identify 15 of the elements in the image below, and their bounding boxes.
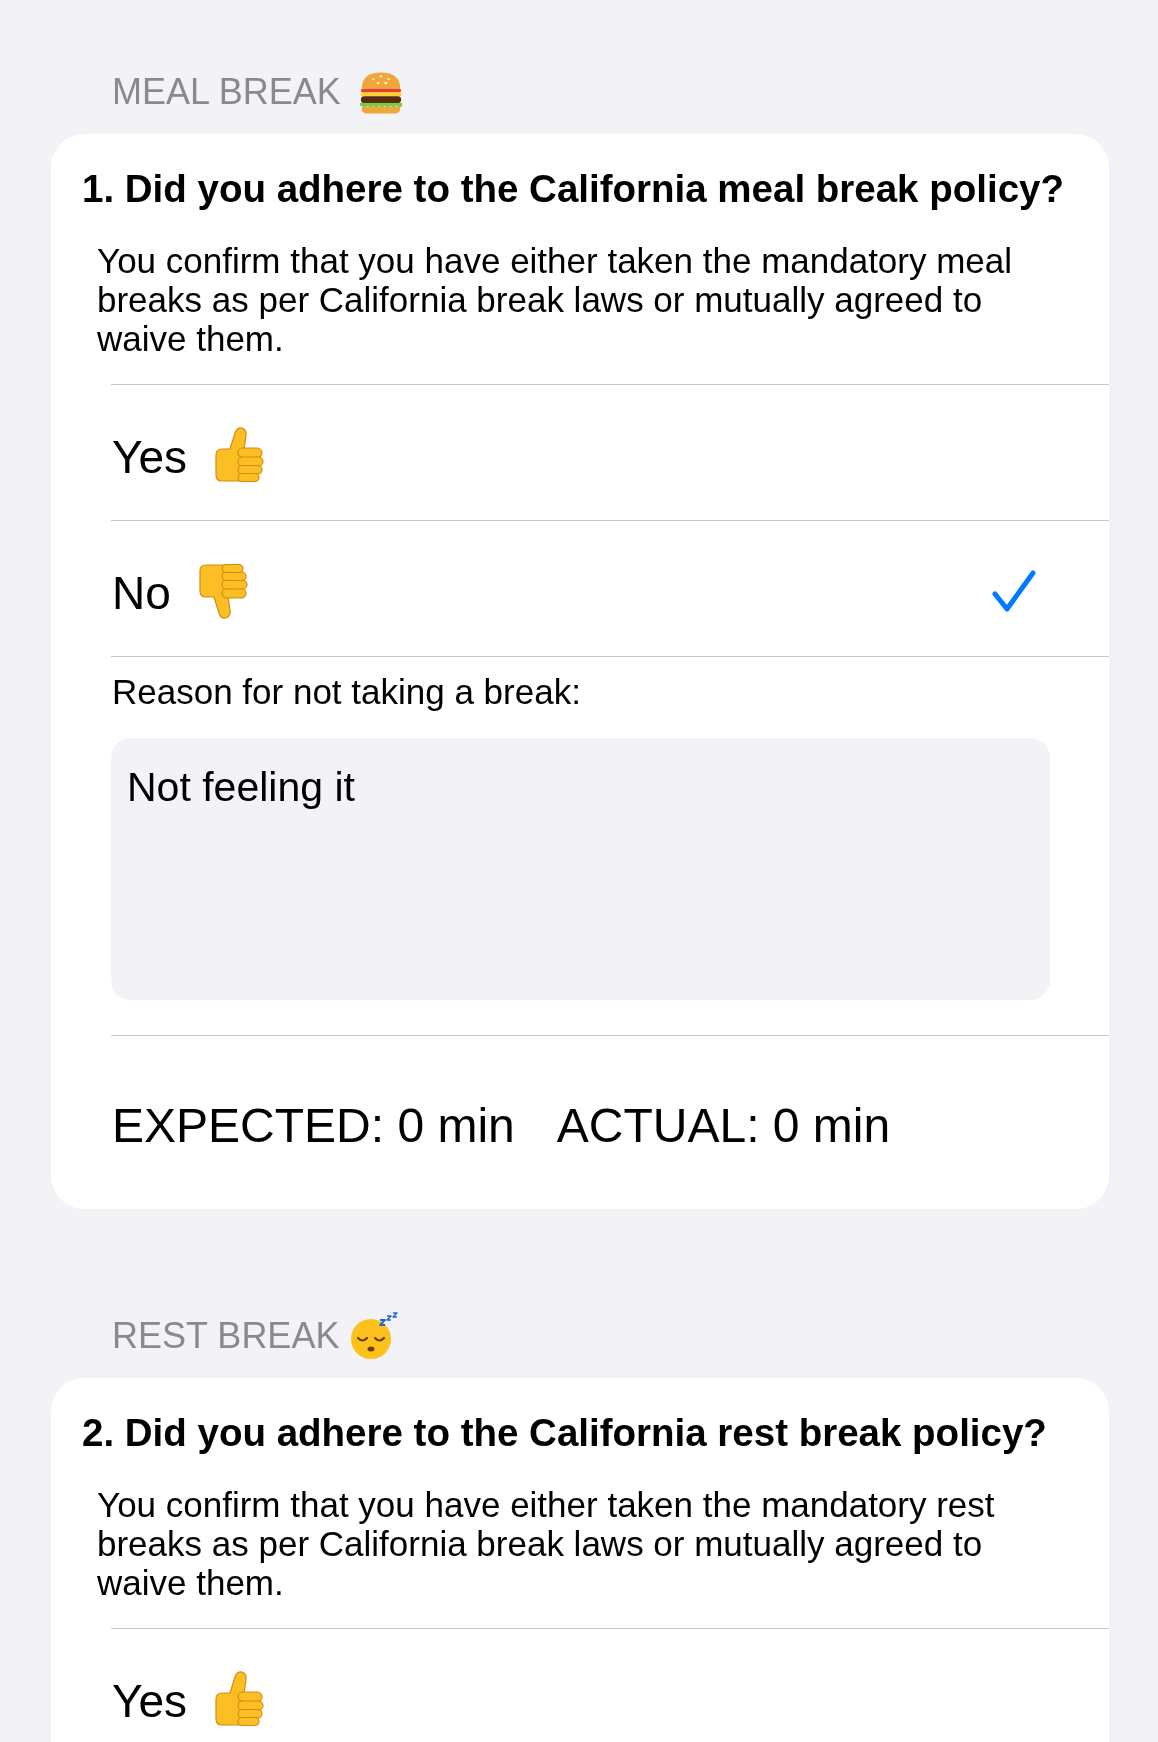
time-total-text: EXPECTED: 0 min (112, 1098, 515, 1154)
question-description: You confirm that you have either taken the mandatory meal breaks as per California break laws or mutually agreed to waive them. (97, 241, 1014, 358)
section-title: MEAL BREAK (112, 72, 341, 112)
question-title: 2. Did you adhere to the California rest break policy? (82, 1410, 1048, 1456)
option-item[interactable]: No (111, 520, 1109, 656)
field-label: Reason for not taking a break: (112, 672, 582, 712)
reason-field[interactable]: Not feeling it (111, 738, 1050, 1000)
option-item[interactable]: Yes (111, 384, 1109, 520)
time-total-text: ACTUAL: 0 min (556, 1098, 891, 1154)
question-description: You confirm that you have either taken the mandatory rest breaks as per California break laws or mutually agreed to waive them. (97, 1485, 996, 1602)
section-title: REST BREAK (112, 1316, 340, 1356)
burger-icon (357, 69, 404, 115)
option-item[interactable]: Yes (111, 1628, 1109, 1742)
sleeping-face-icon (349, 1312, 400, 1360)
question-title: 1. Did you adhere to the California meal break policy? (82, 166, 1065, 212)
